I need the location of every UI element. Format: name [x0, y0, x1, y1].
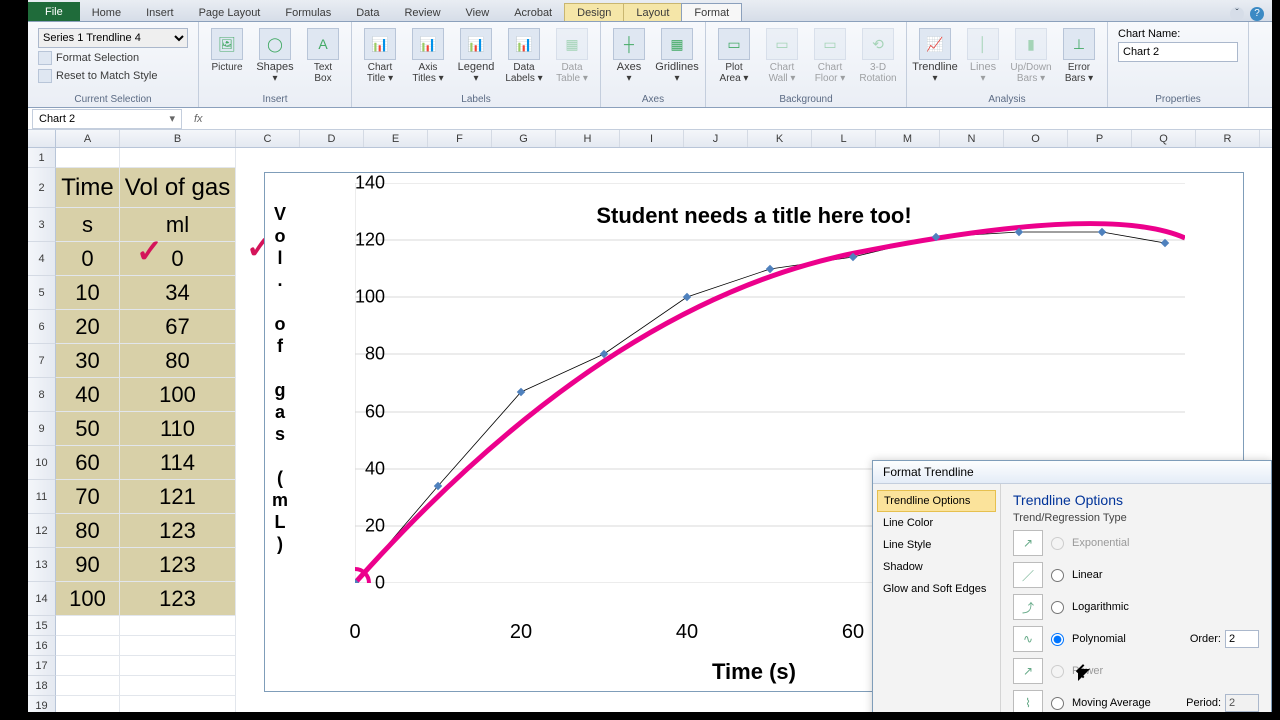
col-header[interactable]: P — [1068, 130, 1132, 147]
group-properties: Chart Name: Properties — [1108, 22, 1249, 107]
col-header[interactable]: M — [876, 130, 940, 147]
tab-view[interactable]: View — [453, 3, 503, 21]
period-input[interactable] — [1225, 694, 1259, 712]
insert-picture-button[interactable]: 🖼Picture — [205, 26, 249, 75]
group-label: Properties — [1114, 93, 1242, 107]
side-trendline-options[interactable]: Trendline Options — [877, 490, 996, 512]
chart-wall-button: ▭ChartWall ▾ — [760, 26, 804, 86]
col-header[interactable]: Q — [1132, 130, 1196, 147]
axis-titles-button[interactable]: 📊AxisTitles ▾ — [406, 26, 450, 86]
chart-name-input[interactable] — [1118, 42, 1238, 62]
col-header[interactable]: O — [1004, 130, 1068, 147]
tab-data[interactable]: Data — [343, 3, 392, 21]
section-regression-type: Trend/Regression Type — [1013, 512, 1259, 524]
excel-window: File Home Insert Page Layout Formulas Da… — [28, 0, 1272, 712]
col-header[interactable]: A — [56, 130, 120, 147]
col-header[interactable]: C — [236, 130, 300, 147]
col-header[interactable]: R — [1196, 130, 1260, 147]
opt-moving-average[interactable]: ⌇Moving Average Period: — [1013, 690, 1259, 712]
group-background: ▭PlotArea ▾ ▭ChartWall ▾ ▭ChartFloor ▾ ⟲… — [706, 22, 907, 107]
lines-button: │Lines▾ — [961, 26, 1005, 86]
y-axis[interactable]: 0 20 40 60 80 100 120 140 — [351, 183, 391, 583]
rotation-button: ⟲3-DRotation — [856, 26, 900, 86]
col-header[interactable]: J — [684, 130, 748, 147]
opt-linear[interactable]: ／Linear — [1013, 562, 1259, 588]
format-trendline-dialog[interactable]: Format Trendline Trendline Options Line … — [872, 460, 1272, 712]
opt-logarithmic[interactable]: ⤴Logarithmic — [1013, 594, 1259, 620]
col-header[interactable]: F — [428, 130, 492, 147]
col-header[interactable]: G — [492, 130, 556, 147]
dialog-title: Format Trendline — [873, 461, 1271, 484]
side-line-color[interactable]: Line Color — [873, 512, 1000, 534]
axes-button[interactable]: ┼Axes▾ — [607, 26, 651, 86]
select-all-corner[interactable] — [28, 130, 56, 147]
col-header[interactable]: K — [748, 130, 812, 147]
tab-insert[interactable]: Insert — [133, 3, 187, 21]
updown-bars-button: ▮Up/DownBars ▾ — [1009, 26, 1053, 86]
col-header[interactable]: N — [940, 130, 1004, 147]
col-header[interactable]: I — [620, 130, 684, 147]
tab-file[interactable]: File — [28, 2, 80, 21]
help-icon[interactable]: ? — [1250, 7, 1264, 21]
tab-acrobat[interactable]: Acrobat — [501, 3, 565, 21]
tab-format[interactable]: Format — [681, 3, 742, 21]
formula-bar: Chart 2▾ fx — [28, 108, 1272, 130]
reset-style-button[interactable]: Reset to Match Style — [38, 68, 188, 84]
col-header[interactable]: B — [120, 130, 236, 147]
group-analysis: 📈Trendline▾ │Lines▾ ▮Up/DownBars ▾ ⊥Erro… — [907, 22, 1108, 107]
group-label: Labels — [358, 93, 594, 107]
ribbon-tabs: File Home Insert Page Layout Formulas Da… — [28, 0, 1272, 22]
dialog-sidebar: Trendline Options Line Color Line Style … — [873, 484, 1001, 712]
side-glow[interactable]: Glow and Soft Edges — [873, 578, 1000, 600]
side-line-style[interactable]: Line Style — [873, 534, 1000, 556]
dialog-heading: Trendline Options — [1013, 492, 1259, 508]
opt-power: ↗Power — [1013, 658, 1259, 684]
col-header[interactable]: L — [812, 130, 876, 147]
tab-home[interactable]: Home — [79, 3, 134, 21]
group-insert: 🖼Picture ◯Shapes▾ ATextBox Insert — [199, 22, 352, 107]
chart-name-label: Chart Name: — [1118, 28, 1238, 40]
data-table-button: ▦DataTable ▾ — [550, 26, 594, 86]
name-box[interactable]: Chart 2▾ — [32, 109, 182, 129]
gridlines-button[interactable]: ▦Gridlines▾ — [655, 26, 699, 86]
group-label: Insert — [205, 93, 345, 107]
insert-shapes-button[interactable]: ◯Shapes▾ — [253, 26, 297, 86]
col-header[interactable]: D — [300, 130, 364, 147]
column-headers: A B C D E F G H I J K L M N O P Q R — [28, 130, 1272, 148]
group-label: Background — [712, 93, 900, 107]
tab-design[interactable]: Design — [564, 3, 624, 21]
insert-textbox-button[interactable]: ATextBox — [301, 26, 345, 86]
plot-area-button[interactable]: ▭PlotArea ▾ — [712, 26, 756, 86]
chart-title-button[interactable]: 📊ChartTitle ▾ — [358, 26, 402, 86]
group-labels: 📊ChartTitle ▾ 📊AxisTitles ▾ 📊Legend▾ 📊Da… — [352, 22, 601, 107]
y-axis-label[interactable]: Vol.ofgas(mL) — [271, 203, 289, 555]
tab-page-layout[interactable]: Page Layout — [186, 3, 274, 21]
group-label: Axes — [607, 93, 699, 107]
trendline-button[interactable]: 📈Trendline▾ — [913, 26, 957, 86]
group-axes: ┼Axes▾ ▦Gridlines▾ Axes — [601, 22, 706, 107]
error-bars-button[interactable]: ⊥ErrorBars ▾ — [1057, 26, 1101, 86]
data-labels-button[interactable]: 📊DataLabels ▾ — [502, 26, 546, 86]
format-selection-button[interactable]: Format Selection — [38, 50, 188, 66]
minimize-ribbon-icon[interactable]: ˇ — [1230, 7, 1244, 21]
opt-polynomial[interactable]: ∿Polynomial Order: — [1013, 626, 1259, 652]
opt-exponential: ↗Exponential — [1013, 530, 1259, 556]
group-label: Analysis — [913, 93, 1101, 107]
order-input[interactable] — [1225, 630, 1259, 648]
legend-button[interactable]: 📊Legend▾ — [454, 26, 498, 86]
fx-icon[interactable]: fx — [186, 113, 211, 125]
worksheet: A B C D E F G H I J K L M N O P Q R 12Ti… — [28, 130, 1272, 712]
tab-formulas[interactable]: Formulas — [272, 3, 344, 21]
chart-floor-button: ▭ChartFloor ▾ — [808, 26, 852, 86]
chart-element-selector[interactable]: Series 1 Trendline 4 — [38, 28, 188, 48]
tab-layout[interactable]: Layout — [623, 3, 682, 21]
group-label: Current Selection — [34, 93, 192, 107]
tab-review[interactable]: Review — [391, 3, 453, 21]
side-shadow[interactable]: Shadow — [873, 556, 1000, 578]
col-header[interactable]: E — [364, 130, 428, 147]
dialog-main: Trendline Options Trend/Regression Type … — [1001, 484, 1271, 712]
group-current-selection: Series 1 Trendline 4 Format Selection Re… — [28, 22, 199, 107]
ribbon: Series 1 Trendline 4 Format Selection Re… — [28, 22, 1272, 108]
col-header[interactable]: H — [556, 130, 620, 147]
